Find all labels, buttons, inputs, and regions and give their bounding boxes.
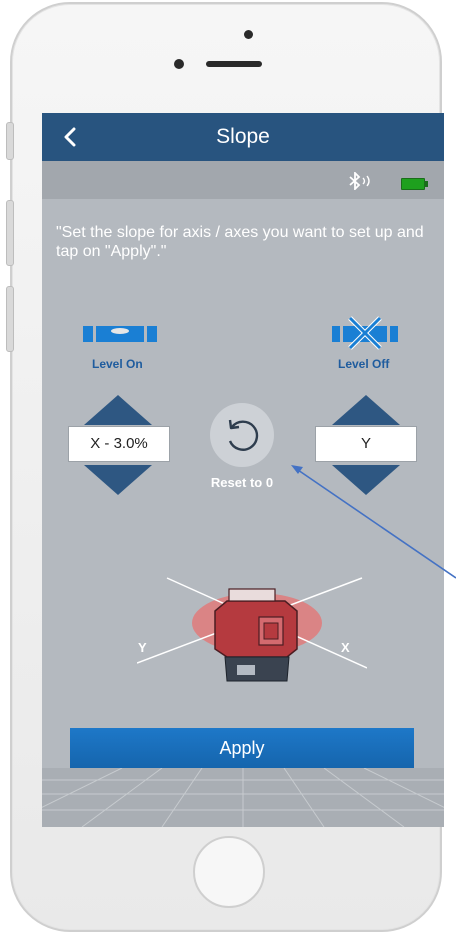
- battery-icon: [401, 178, 428, 190]
- page-title: Slope: [216, 125, 270, 148]
- device-status-bar: [42, 161, 444, 199]
- y-value-field[interactable]: Y: [315, 426, 417, 462]
- level-off-icon[interactable]: [332, 316, 398, 350]
- speaker-grille: [206, 61, 262, 67]
- instruction-text: "Set the slope for axis / axes you want …: [56, 224, 424, 260]
- front-camera: [174, 59, 184, 69]
- bluetooth-icon: [349, 172, 370, 190]
- x-increase-arrow[interactable]: [84, 395, 152, 425]
- level-on-icon[interactable]: [83, 320, 157, 348]
- y-increase-arrow[interactable]: [332, 395, 400, 425]
- floor-grid-background: [42, 768, 444, 827]
- diagram-x-label: X: [341, 640, 350, 655]
- reset-button[interactable]: [210, 403, 274, 467]
- apply-button[interactable]: Apply: [70, 728, 414, 768]
- volume-down-button: [6, 286, 14, 352]
- home-button[interactable]: [193, 836, 265, 908]
- level-off-label: Level Off: [338, 357, 390, 371]
- mute-switch: [6, 122, 14, 160]
- x-value-field[interactable]: X - 3.0%: [68, 426, 170, 462]
- x-decrease-arrow[interactable]: [84, 465, 152, 495]
- reset-label: Reset to 0: [210, 475, 274, 490]
- volume-up-button: [6, 200, 14, 266]
- diagram-y-label: Y: [138, 640, 147, 655]
- reset-icon: [228, 419, 259, 451]
- level-on-label: Level On: [92, 357, 143, 371]
- nav-bar: Slope: [42, 113, 444, 161]
- y-decrease-arrow[interactable]: [332, 465, 400, 495]
- laser-level-illustration: [137, 577, 367, 682]
- app-screen: Slope "Set the slope for axis / axes you…: [42, 113, 444, 827]
- camera-dot: [244, 30, 253, 39]
